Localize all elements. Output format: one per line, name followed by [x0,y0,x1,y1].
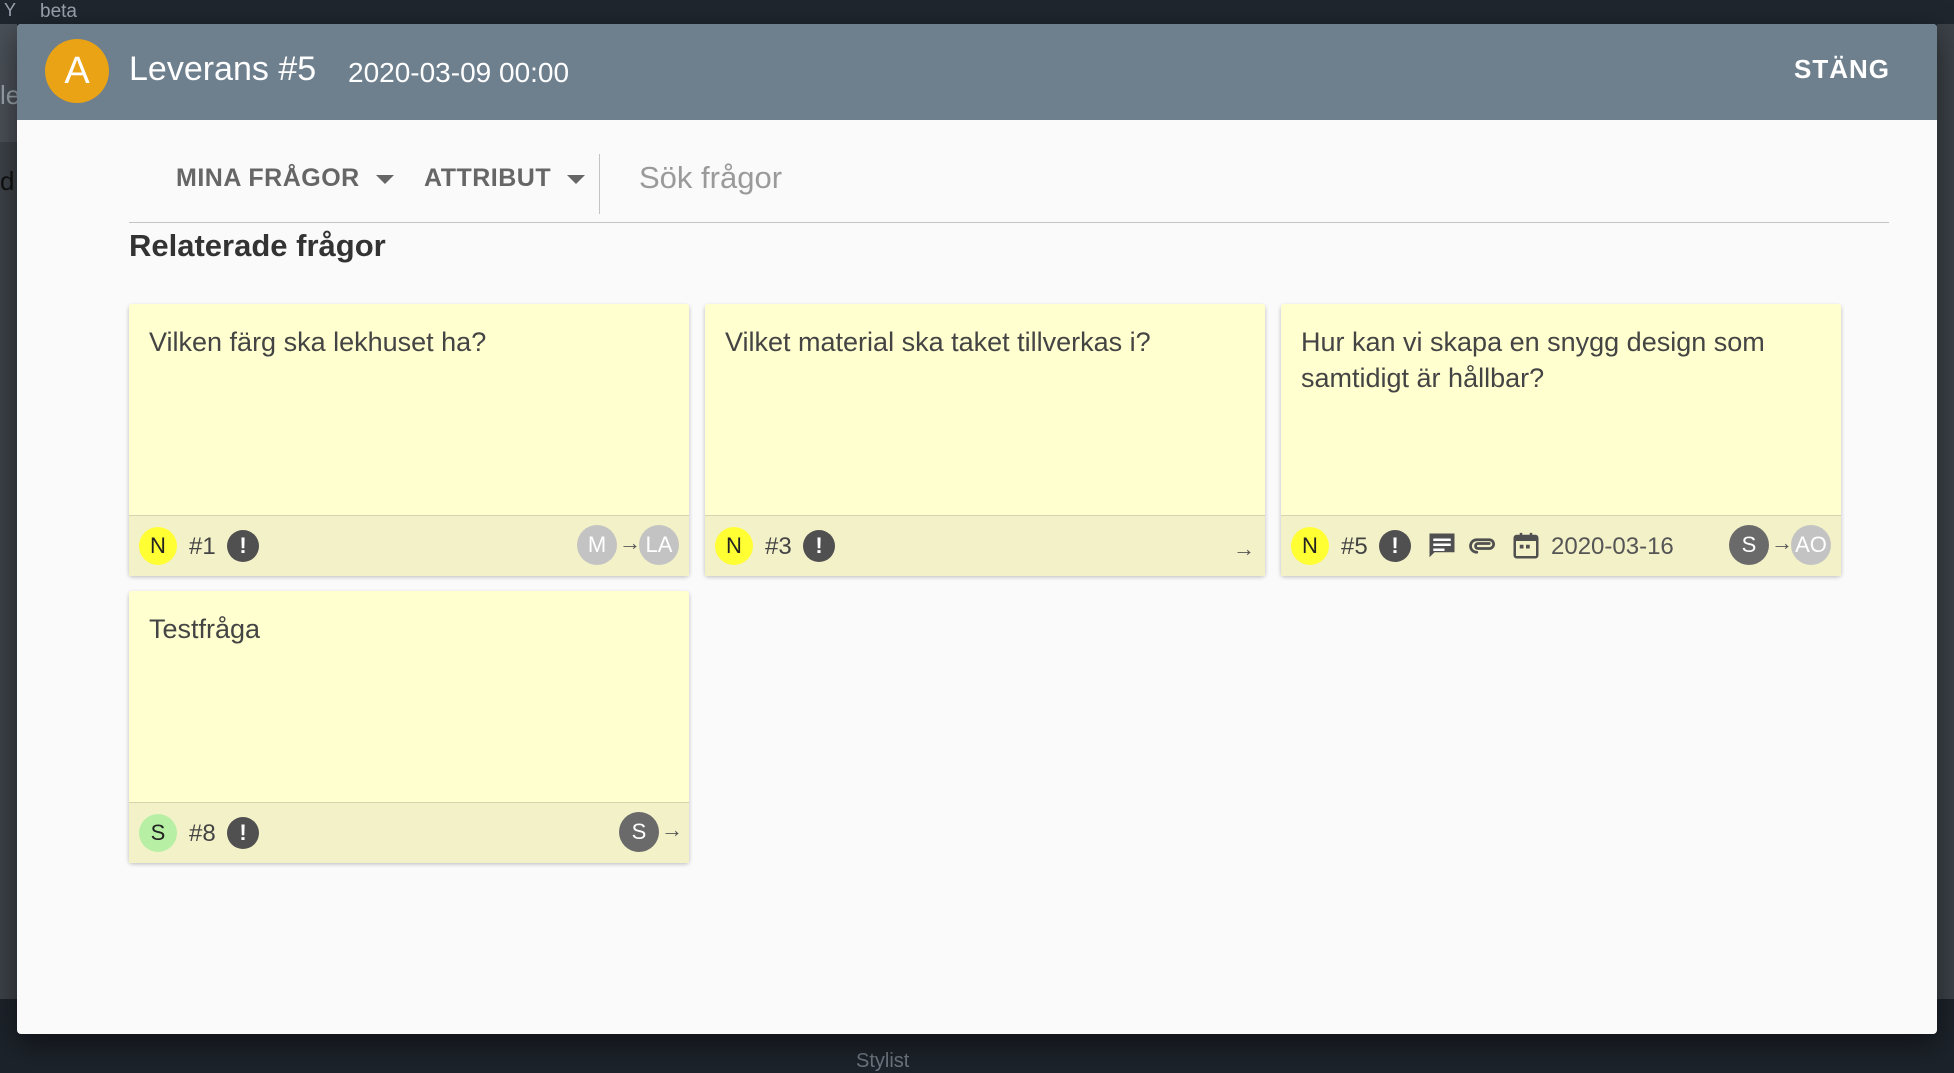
comment-icon [1429,533,1455,558]
card-footer: S #8 ! S → [129,802,689,863]
background-right [1937,24,1954,999]
dialog-date: 2020-03-09 00:00 [348,57,570,88]
to-avatar: AO [1791,525,1831,565]
arrow-right-icon: → [1771,530,1793,555]
my-questions-label: MINA FRÅGOR [176,164,360,192]
caret-down-icon [375,174,394,184]
filter-toolbar: MINA FRÅGOR ATTRIBUT [129,122,1889,223]
background-bottom-label: Stylist [856,1050,910,1072]
status-badge: S [139,814,177,852]
beta-label: beta [40,1,77,22]
from-avatar: S [1729,525,1769,565]
question-number: #5 [1341,533,1368,560]
dialog-title: Leverans #5 [129,50,317,88]
arrow-right-icon: → [619,530,641,555]
background-text-fragment: d [0,166,15,196]
to-avatar: LA [639,525,679,565]
question-card[interactable]: Hur kan vi skapa en snygg design som sam… [1281,304,1841,576]
question-card[interactable]: Vilken färg ska lekhuset ha? N #1 ! M → … [129,304,689,576]
arrow-right-icon: → [1233,536,1255,561]
attributes-label: ATTRIBUT [424,164,552,192]
my-questions-menu[interactable]: MINA FRÅGOR [176,164,394,193]
toolbar-divider [599,154,600,214]
card-footer: N #3 ! → [705,515,1265,576]
question-number: #3 [765,533,792,560]
status-badge: N [139,527,177,565]
arrow-right-icon: → [661,817,683,842]
delivery-dialog: A Leverans #5 2020-03-09 00:00 STÄNG MIN… [17,24,1937,1034]
calendar-icon [1513,532,1539,559]
question-card[interactable]: Testfråga S #8 ! S → [129,591,689,863]
from-avatar: M [577,525,617,565]
search-input[interactable] [637,152,1841,204]
caret-down-icon [567,174,586,184]
question-number: #8 [189,820,216,847]
status-badge: N [715,527,753,565]
attributes-menu[interactable]: ATTRIBUT [424,164,586,193]
question-text: Vilken färg ska lekhuset ha? [149,327,487,357]
due-date: 2020-03-16 [1551,533,1674,560]
dialog-header: A Leverans #5 2020-03-09 00:00 STÄNG [17,24,1937,120]
background-topbar [0,0,1954,24]
priority-icon: ! [227,817,259,849]
question-text: Vilket material ska taket tillverkas i? [725,327,1151,357]
question-text: Hur kan vi skapa en snygg design som sam… [1301,327,1765,393]
question-card[interactable]: Vilket material ska taket tillverkas i? … [705,304,1265,576]
question-text: Testfråga [149,614,261,644]
question-number: #1 [189,533,216,560]
priority-icon: ! [803,530,835,562]
from-avatar: S [619,812,659,852]
logo-icon: Y [4,0,17,20]
priority-icon: ! [227,530,259,562]
card-footer: N #5 ! 2020-03-16 S → AO [1281,515,1841,576]
attachment-icon [1469,538,1495,554]
delivery-avatar: A [45,39,109,103]
close-button[interactable]: STÄNG [1777,54,1907,90]
priority-icon: ! [1379,530,1411,562]
section-title: Relaterade frågor [129,228,386,263]
card-footer: N #1 ! M → LA [129,515,689,576]
status-badge: N [1291,527,1329,565]
